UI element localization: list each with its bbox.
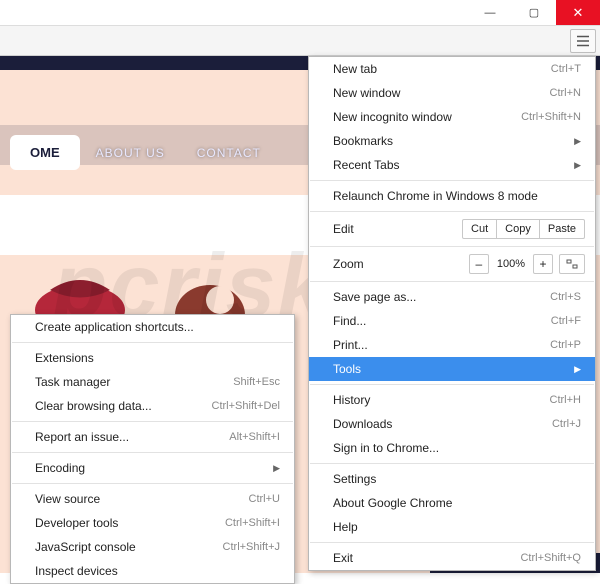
tools-submenu: Create application shortcuts... Extensio… xyxy=(10,314,295,584)
paste-button[interactable]: Paste xyxy=(539,220,584,238)
submenu-js-console[interactable]: JavaScript consoleCtrl+Shift+J xyxy=(11,535,294,559)
menu-edit-row: Edit Cut Copy Paste xyxy=(309,215,595,243)
submenu-report-issue[interactable]: Report an issue...Alt+Shift+I xyxy=(11,425,294,449)
submenu-view-source[interactable]: View sourceCtrl+U xyxy=(11,487,294,511)
menu-incognito[interactable]: New incognito windowCtrl+Shift+N xyxy=(309,105,595,129)
menu-save-page[interactable]: Save page as...Ctrl+S xyxy=(309,285,595,309)
menu-zoom-row: Zoom – 100% + xyxy=(309,250,595,278)
menu-exit[interactable]: ExitCtrl+Shift+Q xyxy=(309,546,595,570)
menu-history[interactable]: HistoryCtrl+H xyxy=(309,388,595,412)
nav-contact[interactable]: CONTACT xyxy=(181,136,277,170)
separator xyxy=(12,421,293,422)
nav-about[interactable]: ABOUT US xyxy=(80,136,181,170)
chevron-right-icon: ▶ xyxy=(574,364,581,375)
separator xyxy=(12,342,293,343)
separator xyxy=(310,246,594,247)
zoom-out-button[interactable]: – xyxy=(469,254,489,274)
separator xyxy=(310,384,594,385)
submenu-clear-data[interactable]: Clear browsing data...Ctrl+Shift+Del xyxy=(11,394,294,418)
menu-settings[interactable]: Settings xyxy=(309,467,595,491)
separator xyxy=(310,211,594,212)
menu-downloads[interactable]: DownloadsCtrl+J xyxy=(309,412,595,436)
edit-label: Edit xyxy=(333,222,462,236)
menu-recent-tabs[interactable]: Recent Tabs▶ xyxy=(309,153,595,177)
menu-signin[interactable]: Sign in to Chrome... xyxy=(309,436,595,460)
chrome-main-menu: New tabCtrl+T New windowCtrl+N New incog… xyxy=(308,56,596,571)
zoom-label: Zoom xyxy=(333,257,469,271)
menu-help[interactable]: Help xyxy=(309,515,595,539)
submenu-task-manager[interactable]: Task managerShift+Esc xyxy=(11,370,294,394)
submenu-encoding[interactable]: Encoding▶ xyxy=(11,456,294,480)
maximize-button[interactable]: ▢ xyxy=(512,0,556,25)
menu-bookmarks[interactable]: Bookmarks▶ xyxy=(309,129,595,153)
menu-relaunch-win8[interactable]: Relaunch Chrome in Windows 8 mode xyxy=(309,184,595,208)
submenu-create-shortcuts[interactable]: Create application shortcuts... xyxy=(11,315,294,339)
separator xyxy=(12,483,293,484)
separator xyxy=(310,281,594,282)
fullscreen-button[interactable] xyxy=(559,254,585,274)
zoom-value: 100% xyxy=(495,258,527,270)
chevron-right-icon: ▶ xyxy=(574,160,581,171)
submenu-developer-tools[interactable]: Developer toolsCtrl+Shift+I xyxy=(11,511,294,535)
window-titlebar: — ▢ ✕ xyxy=(0,0,600,26)
hamburger-menu-button[interactable] xyxy=(570,29,596,53)
menu-print[interactable]: Print...Ctrl+P xyxy=(309,333,595,357)
toolbar xyxy=(0,26,600,56)
submenu-extensions[interactable]: Extensions xyxy=(11,346,294,370)
nav-home[interactable]: OME xyxy=(10,135,80,170)
separator xyxy=(310,180,594,181)
separator xyxy=(310,542,594,543)
close-button[interactable]: ✕ xyxy=(556,0,600,25)
zoom-in-button[interactable]: + xyxy=(533,254,553,274)
menu-new-window[interactable]: New windowCtrl+N xyxy=(309,81,595,105)
copy-button[interactable]: Copy xyxy=(496,220,539,238)
menu-tools[interactable]: Tools▶ xyxy=(309,357,595,381)
submenu-inspect-devices[interactable]: Inspect devices xyxy=(11,559,294,583)
chevron-right-icon: ▶ xyxy=(574,136,581,147)
separator xyxy=(310,463,594,464)
minimize-button[interactable]: — xyxy=(468,0,512,25)
menu-find[interactable]: Find...Ctrl+F xyxy=(309,309,595,333)
site-nav: OME ABOUT US CONTACT xyxy=(0,135,277,170)
cut-button[interactable]: Cut xyxy=(463,220,496,238)
chevron-right-icon: ▶ xyxy=(273,463,280,474)
menu-about-chrome[interactable]: About Google Chrome xyxy=(309,491,595,515)
separator xyxy=(12,452,293,453)
menu-new-tab[interactable]: New tabCtrl+T xyxy=(309,57,595,81)
